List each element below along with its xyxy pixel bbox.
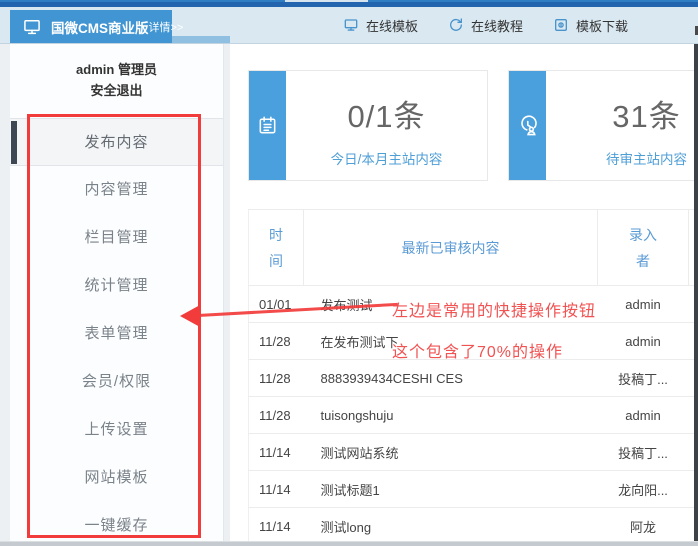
sidebar-menu-item[interactable]: 一键缓存 (10, 502, 223, 546)
sidebar-item-label: 内容管理 (84, 181, 148, 198)
stat-card-strip (249, 71, 286, 180)
top-header: 国微CMS商业版 详情>> 在线模板 在线教程 (0, 7, 698, 44)
nav-template-download[interactable]: 模板下载 (553, 16, 628, 35)
sidebar-menu-item[interactable]: 表单管理 (10, 310, 223, 358)
row-date: 11/28 (249, 360, 304, 397)
row-author: 投稿丁... (598, 360, 689, 397)
sidebar-menu-item[interactable]: 内容管理 (10, 166, 223, 214)
row-author: 投稿丁... (598, 434, 689, 471)
nav-label: 模板下载 (576, 16, 628, 35)
table-row[interactable]: 11/14 测试网站系统 投稿丁... (249, 434, 695, 471)
nav-label: 在线模板 (366, 16, 418, 35)
active-indicator-bar (11, 121, 17, 164)
row-author: 龙向阳... (598, 471, 689, 508)
app-screen: 国微CMS商业版 详情>> 在线模板 在线教程 (0, 0, 698, 546)
row-date: 11/28 (249, 397, 304, 434)
sidebar-item-label: 栏目管理 (84, 229, 148, 246)
reviewed-content-table: 时间 最新已审核内容 录入者 01/01 发布测试 admin 11/28 在发… (248, 209, 694, 542)
row-date: 11/14 (249, 434, 304, 471)
nav-label: 在线教程 (471, 16, 523, 35)
nav-online-templates[interactable]: 在线模板 (343, 16, 418, 35)
table-header-row: 时间 最新已审核内容 录入者 (249, 210, 695, 286)
sidebar-menu: 发布内容内容管理栏目管理统计管理表单管理会员/权限上传设置网站模板一键缓存 (10, 118, 223, 546)
stat-label: 今日/本月主站内容 (286, 148, 487, 168)
stat-card-today: 0/1条 今日/本月主站内容 (248, 70, 488, 181)
stat-label: 待审主站内容 (546, 148, 694, 168)
row-date: 01/01 (249, 286, 304, 323)
main-content: 0/1条 今日/本月主站内容 31条 待审主站内容 (230, 44, 694, 542)
brand-box-edge (172, 36, 230, 43)
table-row[interactable]: 11/28 tuisongshuju admin (249, 397, 695, 434)
stat-value: 31条 (546, 91, 694, 136)
sidebar-item-label: 上传设置 (84, 421, 148, 438)
right-edge-strip (694, 44, 698, 542)
row-title[interactable]: 8883939434CESHI CES (304, 360, 598, 397)
sidebar-menu-item[interactable]: 栏目管理 (10, 214, 223, 262)
col-header-content: 最新已审核内容 (304, 210, 598, 286)
stat-card-pending: 31条 待审主站内容 (508, 70, 694, 181)
bottom-frame-bar (0, 541, 698, 546)
sidebar-menu-item[interactable]: 上传设置 (10, 406, 223, 454)
sidebar-item-label: 网站模板 (84, 469, 148, 486)
row-author: 阿龙 (598, 508, 689, 543)
col-header-time: 时间 (249, 210, 304, 286)
table-row[interactable]: 11/28 在发布测试下 admin (249, 323, 695, 360)
calendar-icon (256, 114, 279, 137)
row-date: 11/28 (249, 323, 304, 360)
table-row[interactable]: 11/14 测试long 阿龙 (249, 508, 695, 543)
sidebar-item-label: 表单管理 (84, 325, 148, 342)
username-label: admin 管理员 (10, 59, 223, 80)
sidebar-menu-item[interactable]: 会员/权限 (10, 358, 223, 406)
user-block: admin 管理员 安全退出 (10, 44, 223, 101)
sidebar-menu-item[interactable]: 发布内容 (10, 118, 223, 166)
row-title[interactable]: 在发布测试下 (304, 323, 598, 360)
sidebar-item-label: 会员/权限 (82, 373, 151, 390)
monitor-icon (343, 17, 359, 33)
row-author: admin (598, 397, 689, 434)
sidebar-item-label: 统计管理 (84, 277, 148, 294)
table-row[interactable]: 11/28 8883939434CESHI CES 投稿丁... (249, 360, 695, 397)
logout-link[interactable]: 安全退出 (10, 80, 223, 101)
brand-title: 国微CMS商业版 (51, 17, 149, 37)
table-row[interactable]: 01/01 发布测试 admin (249, 286, 695, 323)
row-title[interactable]: 测试long (304, 508, 598, 543)
row-title[interactable]: 测试网站系统 (304, 434, 598, 471)
table-row[interactable]: 11/14 测试标题1 龙向阳... (249, 471, 695, 508)
download-icon (553, 17, 569, 33)
sidebar-item-label: 发布内容 (84, 134, 148, 151)
col-header-author: 录入者 (598, 210, 689, 286)
sidebar-item-label: 一键缓存 (84, 517, 148, 534)
row-title[interactable]: 测试标题1 (304, 471, 598, 508)
nav-online-tutorial[interactable]: 在线教程 (448, 16, 523, 35)
stat-value: 0/1条 (286, 91, 487, 136)
header-nav: 在线模板 在线教程 模板下载 (343, 7, 628, 43)
sidebar: admin 管理员 安全退出 发布内容内容管理栏目管理统计管理表单管理会员/权限… (10, 44, 224, 542)
row-date: 11/14 (249, 508, 304, 543)
row-title[interactable]: tuisongshuju (304, 397, 598, 434)
row-date: 11/14 (249, 471, 304, 508)
monitor-icon (22, 17, 42, 37)
brand-logo-box[interactable]: 国微CMS商业版 详情>> (10, 10, 172, 43)
row-author: admin (598, 286, 689, 323)
stat-card-strip (509, 71, 546, 180)
sidebar-menu-item[interactable]: 统计管理 (10, 262, 223, 310)
tutorial-icon (448, 17, 464, 33)
pending-review-icon (516, 114, 540, 138)
row-title[interactable]: 发布测试 (304, 286, 598, 323)
brand-details-link[interactable]: 详情>> (149, 19, 184, 35)
sidebar-menu-item[interactable]: 网站模板 (10, 454, 223, 502)
row-author: admin (598, 323, 689, 360)
